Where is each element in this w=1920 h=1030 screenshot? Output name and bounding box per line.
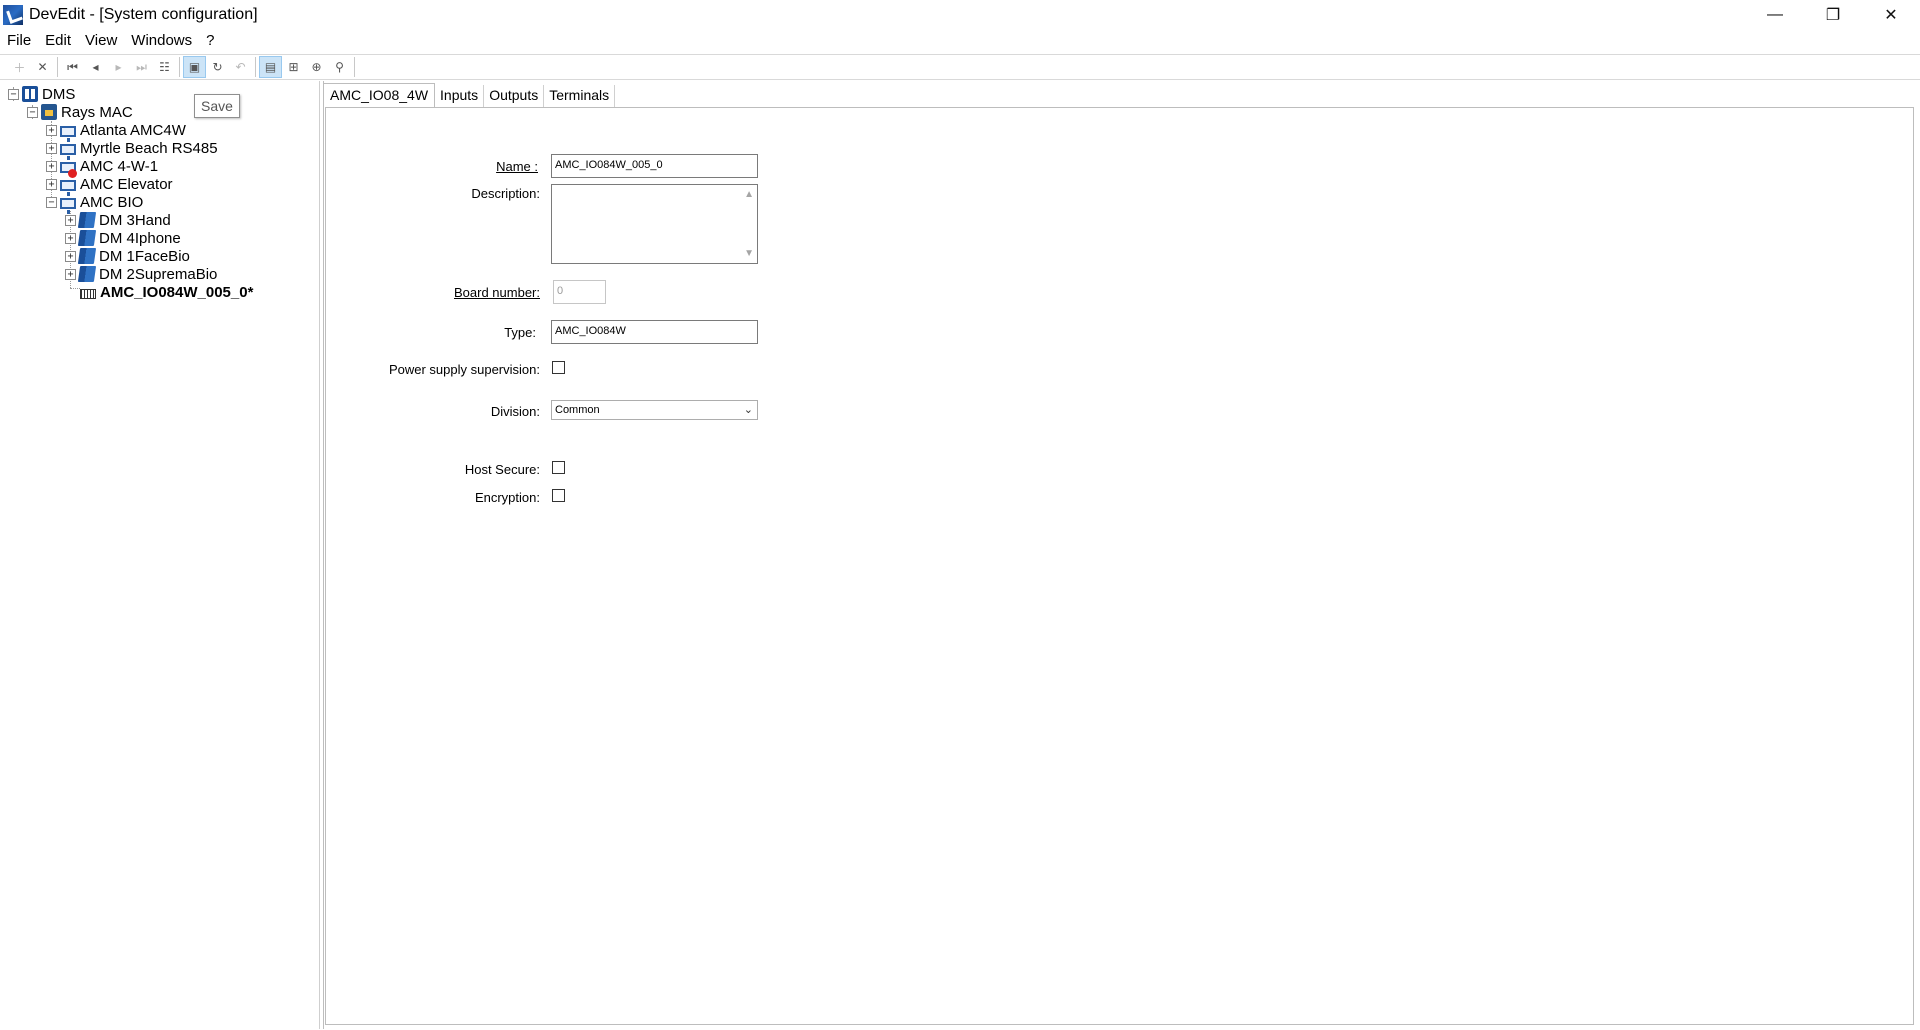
controller-icon (60, 197, 76, 214)
window-controls: — ❐ ✕ (1746, 0, 1920, 30)
expand-icon[interactable]: + (46, 142, 57, 154)
refresh-icon[interactable]: ↻ (206, 56, 229, 78)
toolbar-separator (179, 57, 180, 77)
expand-icon[interactable]: + (46, 178, 57, 190)
door-module-icon (77, 212, 97, 228)
io-board-icon (80, 288, 96, 299)
network-icon[interactable]: ⊞ (282, 56, 305, 78)
tab-inputs[interactable]: Inputs (435, 85, 485, 107)
description-label: Description: (471, 186, 540, 201)
menu-windows[interactable]: Windows (124, 30, 199, 52)
controller-error-icon (60, 161, 77, 178)
encryption-label: Encryption: (474, 490, 540, 505)
power-supply-label: Power supply supervision: (388, 362, 540, 377)
door-module-icon (77, 266, 97, 282)
chevron-down-icon: ⌄ (743, 404, 753, 416)
tab-outputs[interactable]: Outputs (484, 85, 545, 107)
tab-terminals[interactable]: Terminals (544, 85, 616, 107)
tree-node-io-board-selected[interactable]: AMC_IO084W_005_0* (80, 281, 253, 303)
search-icon[interactable]: ⚲ (328, 56, 351, 78)
menu-file[interactable]: File (0, 30, 38, 52)
board-number-label: Board number: (454, 285, 540, 300)
division-select[interactable]: Common ⌄ (551, 400, 758, 420)
add-icon[interactable]: ＋ (8, 56, 31, 78)
scroll-down-icon[interactable]: ▼ (744, 248, 754, 259)
door-module-icon (77, 248, 97, 264)
save-icon[interactable]: ▣ (183, 56, 206, 78)
restore-button[interactable]: ❐ (1804, 0, 1862, 30)
toolbar: ＋ ✕ ⏮ ◂ ▸ ⏭ ☷ ▣ ↻ ↶ ▤ ⊞ ⊕ ⚲ (0, 54, 1920, 80)
controller-icon (60, 143, 76, 160)
host-secure-label: Host Secure: (464, 462, 540, 477)
expand-icon[interactable]: + (65, 232, 76, 244)
toolbar-separator (255, 57, 256, 77)
device-view-icon[interactable]: ▤ (259, 56, 282, 78)
encryption-checkbox[interactable] (552, 489, 565, 502)
scroll-up-icon[interactable]: ▲ (744, 189, 754, 200)
collapse-icon[interactable]: − (46, 196, 57, 208)
expand-icon[interactable]: + (46, 124, 57, 136)
menu-help[interactable]: ? (199, 30, 221, 52)
name-label: Name : (496, 159, 538, 174)
power-supply-checkbox[interactable] (552, 361, 565, 374)
toolbar-separator (354, 57, 355, 77)
expand-icon[interactable]: + (46, 160, 57, 172)
title-bar: DevEdit - [System configuration] — ❐ ✕ (0, 0, 1920, 30)
close-button[interactable]: ✕ (1862, 0, 1920, 30)
type-label: Type: (504, 325, 536, 340)
menu-view[interactable]: View (78, 30, 124, 52)
last-record-icon[interactable]: ⏭ (130, 56, 153, 78)
mac-server-icon (41, 104, 57, 120)
board-number-input[interactable]: 0 (553, 280, 606, 304)
menu-bar: File Edit View Windows ? (0, 30, 1920, 52)
tab-amc-io08-4w[interactable]: AMC_IO08_4W (323, 83, 436, 107)
dms-icon (22, 86, 38, 102)
tab-bar: AMC_IO08_4W Inputs Outputs Terminals (323, 83, 616, 107)
first-record-icon[interactable]: ⏮ (61, 56, 84, 78)
collapse-icon[interactable]: − (8, 88, 19, 100)
delete-icon[interactable]: ✕ (31, 56, 54, 78)
controller-icon (60, 125, 76, 142)
door-module-icon (77, 230, 97, 246)
expand-icon[interactable]: + (65, 250, 76, 262)
tree-view-icon[interactable]: ☷ (153, 56, 176, 78)
target-icon[interactable]: ⊕ (305, 56, 328, 78)
expand-icon[interactable]: + (65, 214, 76, 226)
save-tooltip: Save (194, 94, 240, 118)
expand-icon[interactable]: + (65, 268, 76, 280)
toolbar-separator (57, 57, 58, 77)
window-title: DevEdit - [System configuration] (29, 6, 258, 23)
division-value: Common (555, 404, 600, 416)
controller-icon (60, 179, 76, 196)
undo-icon[interactable]: ↶ (229, 56, 252, 78)
minimize-button[interactable]: — (1746, 0, 1804, 30)
menu-edit[interactable]: Edit (38, 30, 78, 52)
type-input[interactable]: AMC_IO084W (551, 320, 758, 344)
previous-record-icon[interactable]: ◂ (84, 56, 107, 78)
division-label: Division: (490, 404, 540, 419)
host-secure-checkbox[interactable] (552, 461, 565, 474)
app-icon (3, 5, 23, 25)
collapse-icon[interactable]: − (27, 106, 38, 118)
next-record-icon[interactable]: ▸ (107, 56, 130, 78)
name-input[interactable]: AMC_IO084W_005_0 (551, 154, 758, 178)
description-textarea[interactable]: ▲ ▼ (551, 184, 758, 264)
device-tree: − DMS − Rays MAC + Atlanta AMC4W + Myrtl… (0, 81, 320, 1029)
tree-connector (70, 288, 80, 289)
